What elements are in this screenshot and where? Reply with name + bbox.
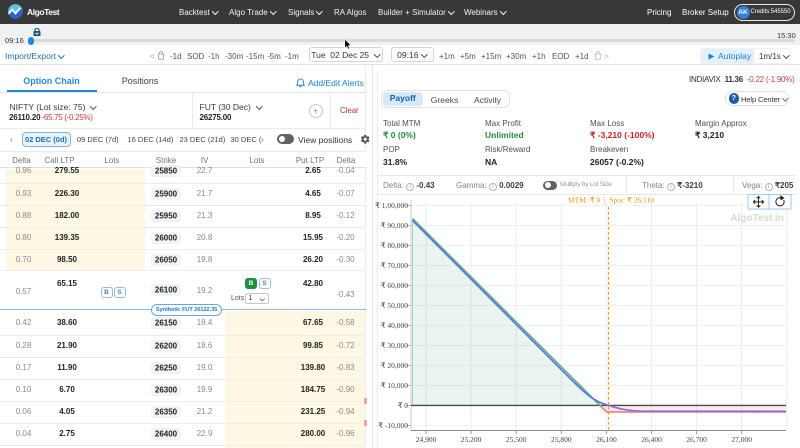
- svg-text:25,500: 25,500: [506, 435, 527, 444]
- svg-text:26,100: 26,100: [596, 435, 617, 444]
- svg-text:₹ 30,000: ₹ 30,000: [381, 341, 409, 350]
- svg-text:₹ 20,000: ₹ 20,000: [381, 361, 409, 370]
- svg-text:₹ 40,000: ₹ 40,000: [381, 321, 409, 330]
- svg-text:26,400: 26,400: [641, 435, 662, 444]
- svg-text:27,000: 27,000: [731, 435, 752, 444]
- svg-text:₹ 90,000: ₹ 90,000: [381, 221, 409, 230]
- svg-text:₹ 80,000: ₹ 80,000: [381, 241, 409, 250]
- svg-text:₹ 50,000: ₹ 50,000: [381, 301, 409, 310]
- svg-text:₹ 10,000: ₹ 10,000: [381, 381, 409, 390]
- svg-text:25,200: 25,200: [461, 435, 482, 444]
- svg-text:₹ 60,000: ₹ 60,000: [381, 281, 409, 290]
- svg-text:25,800: 25,800: [551, 435, 572, 444]
- svg-text:26,700: 26,700: [686, 435, 707, 444]
- svg-text:₹ 0: ₹ 0: [398, 401, 409, 410]
- svg-text:AlgoTest.in: AlgoTest.in: [730, 213, 784, 224]
- svg-text:24,900: 24,900: [416, 435, 437, 444]
- svg-text:₹ 1,00,000: ₹ 1,00,000: [375, 201, 408, 210]
- svg-text:₹ -10,000: ₹ -10,000: [378, 421, 408, 430]
- svg-text:MTM: ₹ 0 | Spot: ₹ 26,110: MTM: ₹ 0 | Spot: ₹ 26,110: [568, 196, 654, 205]
- svg-text:₹ 70,000: ₹ 70,000: [381, 261, 409, 270]
